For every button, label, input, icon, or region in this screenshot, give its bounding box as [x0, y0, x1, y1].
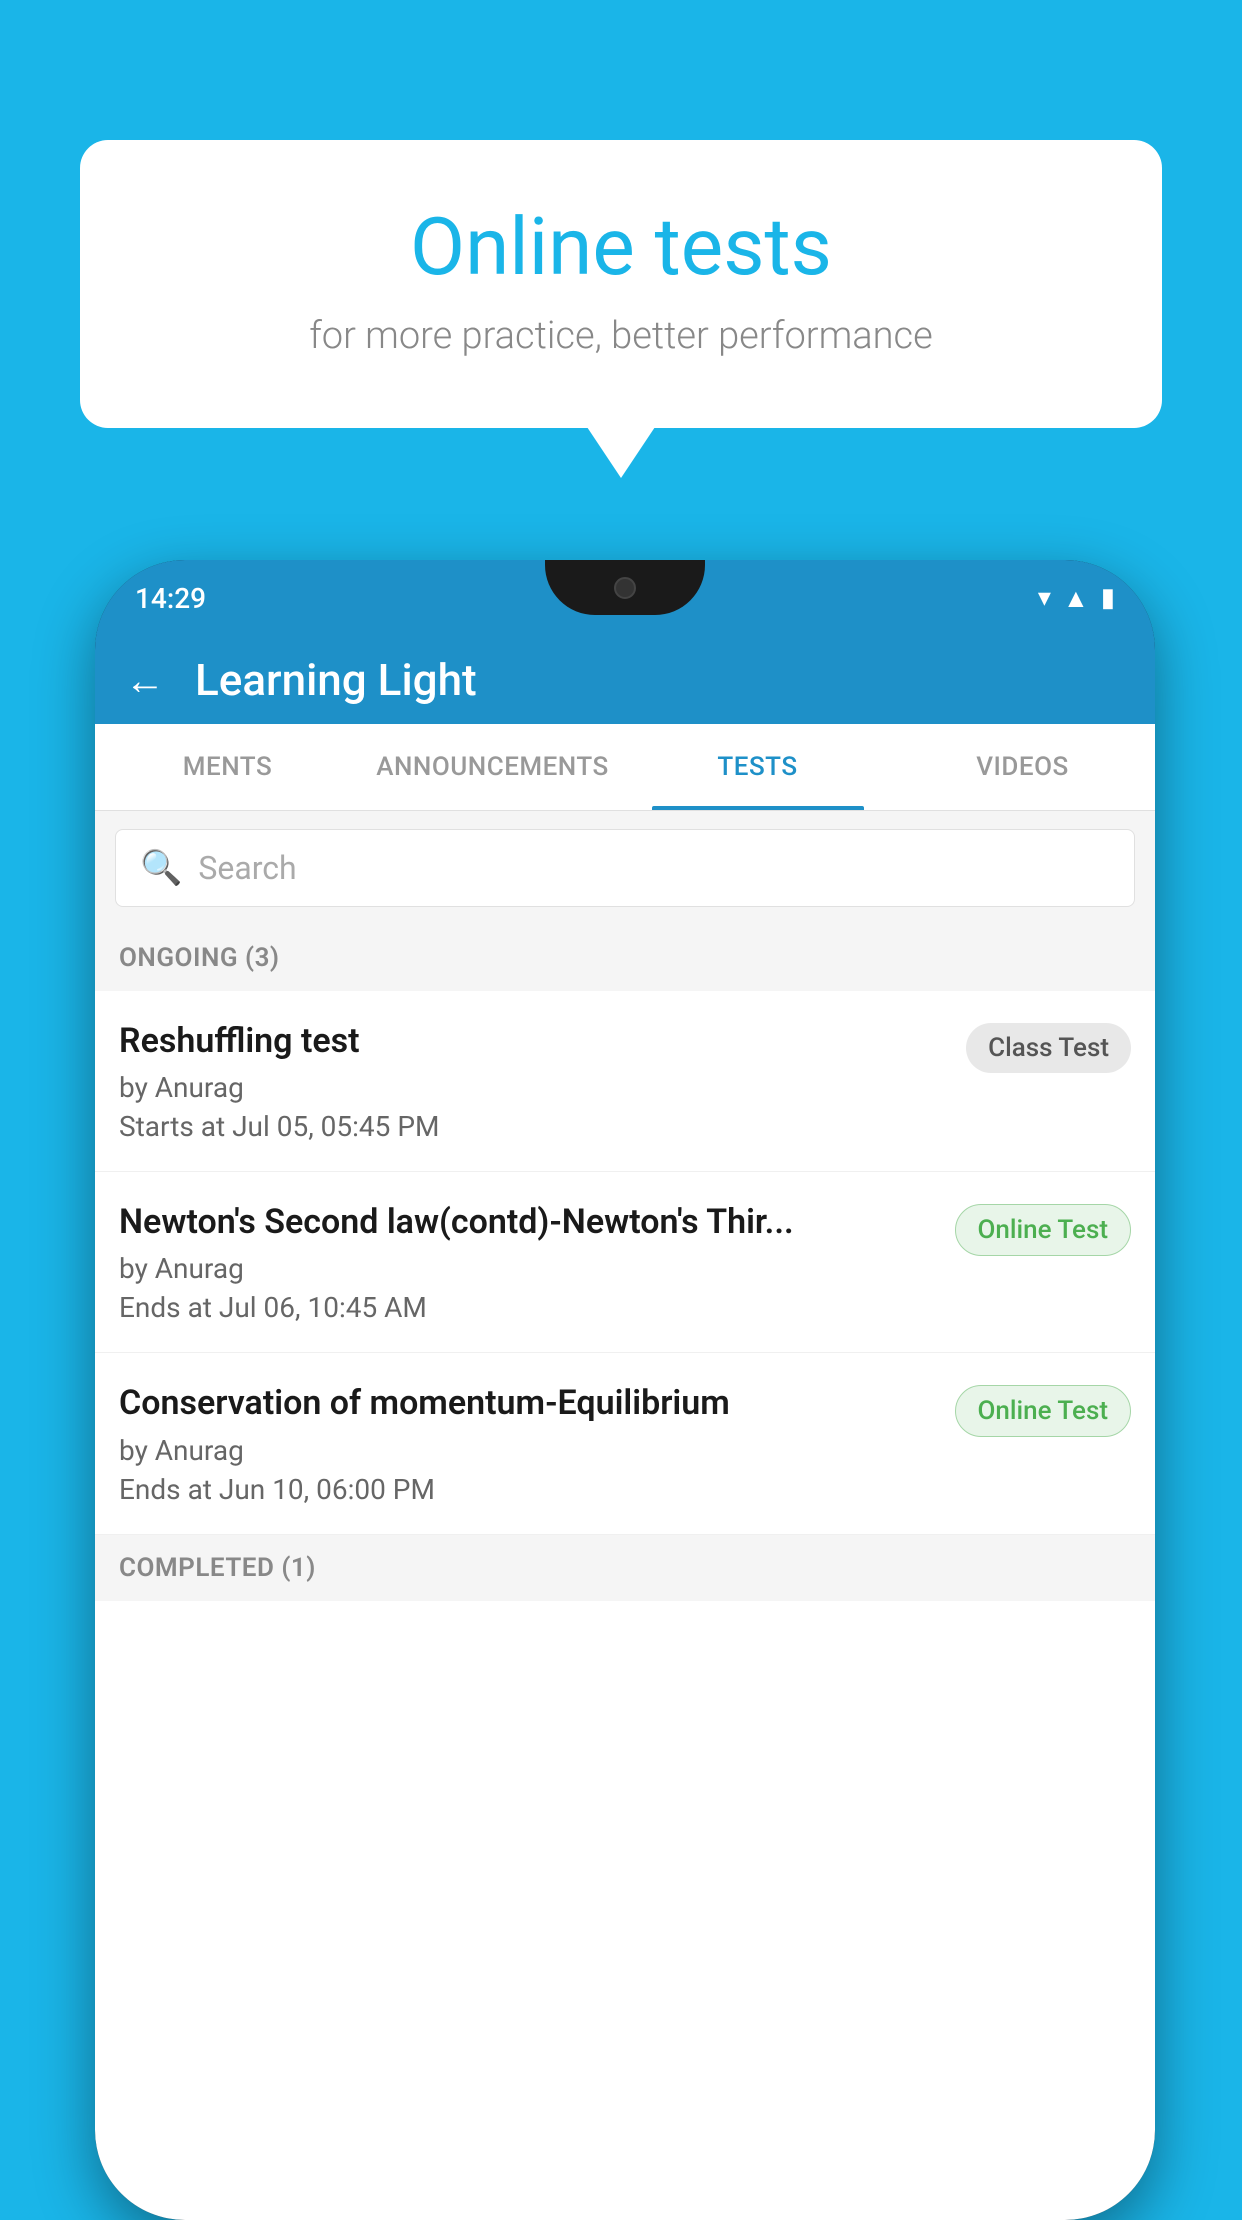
- app-title: Learning Light: [195, 654, 477, 706]
- test-item-1[interactable]: Reshuffling test by Anurag Starts at Jul…: [95, 991, 1155, 1172]
- search-bar-wrapper: 🔍 Search: [95, 811, 1155, 925]
- ongoing-section-header: ONGOING (3): [95, 925, 1155, 991]
- test-info-3: Conservation of momentum-Equilibrium by …: [119, 1381, 939, 1505]
- notch: [545, 560, 705, 615]
- tab-announcements[interactable]: ANNOUNCEMENTS: [360, 724, 625, 810]
- test-badge-2: Online Test: [955, 1204, 1132, 1256]
- wifi-icon: ▾: [1038, 583, 1051, 613]
- speech-bubble: Online tests for more practice, better p…: [80, 140, 1162, 428]
- speech-bubble-title: Online tests: [160, 200, 1082, 294]
- phone-frame: 14:29 ▾ ▲ ▮ ← Learning Light MENTS ANNOU…: [95, 560, 1155, 2220]
- status-bar: 14:29 ▾ ▲ ▮: [95, 560, 1155, 636]
- tabs-bar: MENTS ANNOUNCEMENTS TESTS VIDEOS: [95, 724, 1155, 811]
- status-time: 14:29: [135, 582, 206, 615]
- test-info-2: Newton's Second law(contd)-Newton's Thir…: [119, 1200, 939, 1324]
- test-badge-3: Online Test: [955, 1385, 1132, 1437]
- ongoing-label: ONGOING (3): [119, 943, 280, 973]
- search-placeholder: Search: [198, 849, 296, 887]
- test-item-3[interactable]: Conservation of momentum-Equilibrium by …: [95, 1353, 1155, 1534]
- test-time-2: Ends at Jul 06, 10:45 AM: [119, 1291, 939, 1324]
- test-name-2: Newton's Second law(contd)-Newton's Thir…: [119, 1200, 939, 1244]
- test-by-2: by Anurag: [119, 1252, 939, 1285]
- search-icon: 🔍: [140, 848, 182, 888]
- status-icons: ▾ ▲ ▮: [1038, 583, 1115, 614]
- back-button[interactable]: ←: [125, 657, 165, 704]
- battery-icon: ▮: [1101, 583, 1115, 613]
- test-badge-1: Class Test: [966, 1023, 1131, 1073]
- phone-content: MENTS ANNOUNCEMENTS TESTS VIDEOS 🔍 Searc…: [95, 724, 1155, 2220]
- tab-ments[interactable]: MENTS: [95, 724, 360, 810]
- test-item-2[interactable]: Newton's Second law(contd)-Newton's Thir…: [95, 1172, 1155, 1353]
- camera: [614, 577, 636, 599]
- test-name-3: Conservation of momentum-Equilibrium: [119, 1381, 939, 1425]
- test-info-1: Reshuffling test by Anurag Starts at Jul…: [119, 1019, 950, 1143]
- tab-tests[interactable]: TESTS: [625, 724, 890, 810]
- test-time-3: Ends at Jun 10, 06:00 PM: [119, 1473, 939, 1506]
- search-bar[interactable]: 🔍 Search: [115, 829, 1135, 907]
- completed-section-header: COMPLETED (1): [95, 1535, 1155, 1601]
- completed-label: COMPLETED (1): [119, 1553, 316, 1583]
- test-by-3: by Anurag: [119, 1434, 939, 1467]
- test-time-1: Starts at Jul 05, 05:45 PM: [119, 1110, 950, 1143]
- signal-icon: ▲: [1063, 583, 1089, 614]
- speech-bubble-subtitle: for more practice, better performance: [160, 314, 1082, 358]
- app-header: ← Learning Light: [95, 636, 1155, 724]
- test-by-1: by Anurag: [119, 1071, 950, 1104]
- test-name-1: Reshuffling test: [119, 1019, 950, 1063]
- speech-bubble-area: Online tests for more practice, better p…: [80, 140, 1162, 428]
- tab-videos[interactable]: VIDEOS: [890, 724, 1155, 810]
- test-list: Reshuffling test by Anurag Starts at Jul…: [95, 991, 1155, 1535]
